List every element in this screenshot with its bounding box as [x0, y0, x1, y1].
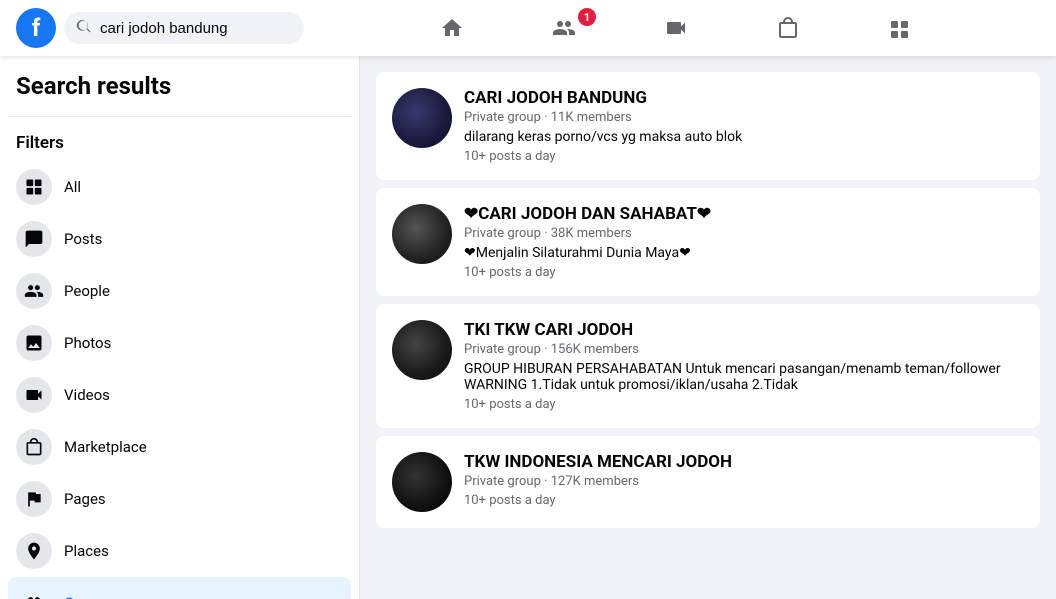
logo-letter: f: [32, 14, 41, 42]
filter-people-label: People: [64, 282, 110, 300]
filter-all[interactable]: All: [8, 161, 351, 213]
result-info-2: ❤CARI JODOH DAN SAHABAT❤ Private group ·…: [464, 204, 1024, 280]
result-posts-1: 10+ posts a day: [464, 149, 1024, 164]
result-avatar-1: [392, 88, 452, 148]
sidebar: Search results Filters All Posts People: [0, 56, 360, 599]
result-avatar-4: [392, 452, 452, 512]
search-icon: [76, 18, 92, 38]
nav-icons: 1: [312, 4, 1040, 52]
result-posts-3: 10+ posts a day: [464, 397, 1024, 412]
result-info-4: TKW INDONESIA MENCARI JODOH Private grou…: [464, 452, 1024, 512]
sidebar-divider: [8, 116, 351, 117]
header: f 1: [0, 0, 1056, 56]
result-card-2[interactable]: ❤CARI JODOH DAN SAHABAT❤ Private group ·…: [376, 188, 1040, 296]
result-name-4: TKW INDONESIA MENCARI JODOH: [464, 452, 1024, 472]
result-card-1[interactable]: CARI JODOH BANDUNG Private group · 11K m…: [376, 72, 1040, 180]
result-meta-1: Private group · 11K members: [464, 110, 1024, 125]
nav-home-button[interactable]: [396, 4, 508, 52]
result-info-1: CARI JODOH BANDUNG Private group · 11K m…: [464, 88, 1024, 164]
result-avatar-3: [392, 320, 452, 380]
nav-menu-button[interactable]: [844, 4, 956, 52]
result-name-3: TKI TKW CARI JODOH: [464, 320, 1024, 340]
result-card-4[interactable]: TKW INDONESIA MENCARI JODOH Private grou…: [376, 436, 1040, 528]
nav-marketplace-button[interactable]: [732, 4, 844, 52]
filter-marketplace[interactable]: Marketplace: [8, 421, 351, 473]
result-info-3: TKI TKW CARI JODOH Private group · 156K …: [464, 320, 1024, 412]
result-meta-4: Private group · 127K members: [464, 474, 1024, 489]
result-desc-2: ❤Menjalin Silaturahmi Dunia Maya❤: [464, 245, 1024, 261]
photos-icon: [16, 325, 52, 361]
facebook-logo[interactable]: f: [16, 8, 56, 48]
result-meta-2: Private group · 38K members: [464, 226, 1024, 241]
nav-friends-button[interactable]: 1: [508, 4, 620, 52]
filter-posts[interactable]: Posts: [8, 213, 351, 265]
all-icon: [16, 169, 52, 205]
result-posts-4: 10+ posts a day: [464, 493, 1024, 508]
pages-icon: [16, 481, 52, 517]
filter-groups[interactable]: Groups: [8, 577, 351, 599]
result-desc-1: dilarang keras porno/vcs yg maksa auto b…: [464, 129, 1024, 145]
result-name-1: CARI JODOH BANDUNG: [464, 88, 1024, 108]
filter-photos-label: Photos: [64, 334, 111, 352]
filter-photos[interactable]: Photos: [8, 317, 351, 369]
friends-notification-badge: 1: [578, 8, 596, 26]
people-icon: [16, 273, 52, 309]
filter-places-label: Places: [64, 542, 109, 560]
search-input[interactable]: [100, 20, 292, 37]
result-meta-3: Private group · 156K members: [464, 342, 1024, 357]
filter-places[interactable]: Places: [8, 525, 351, 577]
filter-pages-label: Pages: [64, 490, 106, 508]
nav-video-button[interactable]: [620, 4, 732, 52]
main-layout: Search results Filters All Posts People: [0, 56, 1056, 599]
filter-people[interactable]: People: [8, 265, 351, 317]
videos-icon: [16, 377, 52, 413]
places-icon: [16, 533, 52, 569]
page-title: Search results: [8, 72, 351, 108]
result-card-3[interactable]: TKI TKW CARI JODOH Private group · 156K …: [376, 304, 1040, 428]
filter-groups-label: Groups: [64, 594, 112, 599]
filter-videos-label: Videos: [64, 386, 110, 404]
filters-label: Filters: [8, 129, 351, 161]
filter-posts-label: Posts: [64, 230, 102, 248]
search-bar[interactable]: [64, 12, 304, 44]
filter-videos[interactable]: Videos: [8, 369, 351, 421]
result-posts-2: 10+ posts a day: [464, 265, 1024, 280]
groups-icon: [16, 585, 52, 599]
filter-all-label: All: [64, 178, 81, 196]
filter-pages[interactable]: Pages: [8, 473, 351, 525]
result-desc-3: GROUP HIBURAN PERSAHABATAN Untuk mencari…: [464, 361, 1024, 393]
filter-marketplace-label: Marketplace: [64, 438, 147, 456]
content-area: CARI JODOH BANDUNG Private group · 11K m…: [360, 56, 1056, 599]
result-avatar-2: [392, 204, 452, 264]
posts-icon: [16, 221, 52, 257]
marketplace-icon: [16, 429, 52, 465]
result-name-2: ❤CARI JODOH DAN SAHABAT❤: [464, 204, 1024, 224]
